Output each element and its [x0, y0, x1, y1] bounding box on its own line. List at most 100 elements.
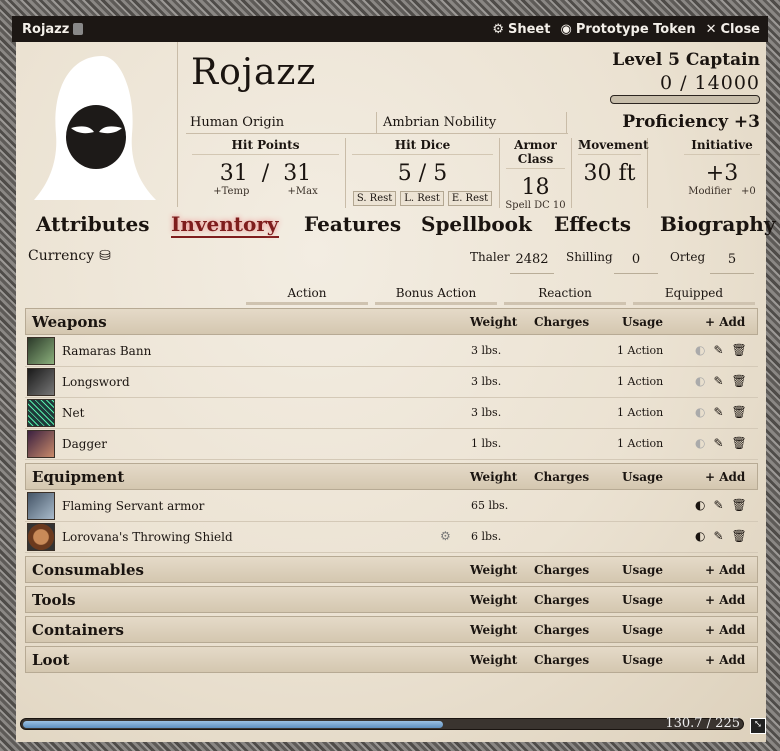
short-rest-button[interactable]: S. Rest	[352, 191, 397, 206]
filter-equipped[interactable]: Equipped	[633, 286, 755, 305]
hp-values: 31 / 31	[219, 161, 312, 186]
long-rest-button[interactable]: L. Rest	[400, 191, 444, 206]
tab-features[interactable]: Features	[304, 212, 401, 236]
edit-icon[interactable]: ✎	[713, 498, 723, 512]
origin-text: Human Origin	[190, 115, 285, 130]
item-name[interactable]: Net	[62, 406, 84, 420]
item-weight: 3 lbs.	[471, 344, 502, 357]
tab-biography[interactable]: Biography	[660, 212, 775, 236]
delete-icon[interactable]: 🗑	[732, 436, 747, 450]
col-usage: Usage	[622, 593, 664, 607]
delete-icon[interactable]: 🗑	[732, 498, 747, 512]
background[interactable]: Ambrian Nobility	[376, 112, 566, 134]
section-weapons: Weapons Weight Charges Usage + Add	[25, 308, 758, 335]
filter-reaction[interactable]: Reaction	[504, 286, 626, 305]
item-row[interactable]: Longsword 3 lbs. 1 Action ◐ ✎ 🗑	[25, 367, 758, 398]
close-button[interactable]: ✕ Close	[706, 22, 760, 37]
hp-max-mod[interactable]: +Max	[288, 186, 318, 197]
close-icon: ✕	[705, 21, 717, 37]
item-name[interactable]: Longsword	[62, 375, 130, 389]
window-title: Rojazz	[22, 21, 84, 37]
shilling-input[interactable]: 0	[614, 252, 658, 274]
delete-icon[interactable]: 🗑	[732, 529, 747, 543]
edit-icon[interactable]: ✎	[713, 405, 723, 419]
item-weight: 3 lbs.	[471, 375, 502, 388]
tab-spellbook[interactable]: Spellbook	[421, 212, 532, 236]
item-usage[interactable]: 1 Action	[617, 344, 663, 357]
sheet-label: Sheet	[508, 21, 551, 37]
initiative-label: Initiative	[684, 138, 760, 155]
title-bar: Rojazz ⚙ Sheet ◉ Prototype Token ✕ Close	[12, 16, 768, 42]
add-container-button[interactable]: + Add	[705, 623, 745, 637]
character-name[interactable]: Rojazz	[191, 52, 316, 93]
edit-icon[interactable]: ✎	[713, 343, 723, 357]
item-row[interactable]: Net 3 lbs. 1 Action ◐ ✎ 🗑	[25, 398, 758, 429]
thaler-input[interactable]: 2482	[510, 252, 554, 274]
col-usage: Usage	[622, 623, 664, 637]
add-consumable-button[interactable]: + Add	[705, 563, 745, 577]
hd-value: 5 / 5	[397, 161, 448, 186]
filter-action[interactable]: Action	[246, 286, 368, 305]
item-usage[interactable]: 1 Action	[617, 406, 663, 419]
delete-icon[interactable]: 🗑	[732, 405, 747, 419]
initiative-mod[interactable]: +0	[741, 186, 756, 197]
item-weight: 65 lbs.	[471, 499, 509, 512]
tab-inventory[interactable]: Inventory	[171, 212, 279, 238]
delete-icon[interactable]: 🗑	[732, 374, 747, 388]
ac-value: 18	[521, 175, 550, 200]
edit-icon[interactable]: ✎	[713, 436, 723, 450]
item-weight: 1 lbs.	[471, 437, 502, 450]
section-consumables: Consumables Weight Charges Usage + Add	[25, 556, 758, 583]
equip-icon[interactable]: ◐	[695, 343, 705, 357]
gear-icon[interactable]: ⚙	[440, 529, 451, 543]
shilling-label: Shilling	[566, 250, 613, 264]
item-name[interactable]: Ramaras Bann	[62, 344, 151, 358]
sheet-button[interactable]: ⚙ Sheet	[492, 22, 550, 37]
tab-effects[interactable]: Effects	[554, 212, 631, 236]
item-name[interactable]: Flaming Servant armor	[62, 499, 204, 513]
item-icon	[27, 337, 55, 365]
window-title-text: Rojazz	[22, 21, 70, 37]
edit-icon[interactable]: ✎	[713, 529, 723, 543]
equip-icon[interactable]: ◐	[695, 436, 705, 450]
equip-icon[interactable]: ◐	[695, 498, 705, 512]
section-loot: Loot Weight Charges Usage + Add	[25, 646, 758, 673]
item-row[interactable]: Flaming Servant armor 65 lbs. ◐ ✎ 🗑	[25, 491, 758, 522]
equip-icon[interactable]: ◐	[695, 405, 705, 419]
item-name[interactable]: Lorovana's Throwing Shield	[62, 530, 233, 544]
avatar[interactable]	[16, 42, 178, 207]
id-tag-icon[interactable]	[73, 23, 84, 35]
xp-value[interactable]: 0 / 14000	[660, 72, 760, 94]
equip-icon[interactable]: ◐	[695, 374, 705, 388]
filter-bonus-action[interactable]: Bonus Action	[375, 286, 497, 305]
close-label: Close	[720, 21, 760, 37]
coins-icon[interactable]: ⛁	[99, 248, 111, 264]
extended-rest-button[interactable]: E. Rest	[447, 191, 493, 206]
item-usage[interactable]: 1 Action	[617, 437, 663, 450]
item-name[interactable]: Dagger	[62, 437, 107, 451]
equip-icon[interactable]: ◐	[695, 529, 705, 543]
section-title: Containers	[32, 620, 124, 639]
add-loot-button[interactable]: + Add	[705, 653, 745, 667]
edit-icon[interactable]: ✎	[713, 374, 723, 388]
resize-handle-icon[interactable]: ⤡	[750, 718, 766, 734]
add-equipment-button[interactable]: + Add	[705, 470, 745, 484]
delete-icon[interactable]: 🗑	[732, 343, 747, 357]
initiative: Initiative +3 Modifier +0	[678, 138, 766, 208]
section-title: Equipment	[32, 467, 125, 486]
item-usage[interactable]: 1 Action	[617, 375, 663, 388]
add-weapon-button[interactable]: + Add	[705, 315, 745, 329]
tab-attributes[interactable]: Attributes	[36, 212, 150, 236]
orteg-input[interactable]: 5	[710, 252, 754, 274]
col-weight: Weight	[470, 623, 518, 637]
prototype-token-button[interactable]: ◉ Prototype Token	[560, 22, 695, 37]
item-row[interactable]: Dagger 1 lbs. 1 Action ◐ ✎ 🗑	[25, 429, 758, 460]
hp-current[interactable]: 31	[220, 161, 248, 186]
sheet-body: Rojazz Level 5 Captain 0 / 14000 Human O…	[16, 42, 775, 742]
item-row[interactable]: Lorovana's Throwing Shield ⚙ 6 lbs. ◐ ✎ 🗑	[25, 522, 758, 553]
add-tool-button[interactable]: + Add	[705, 593, 745, 607]
item-weight: 3 lbs.	[471, 406, 502, 419]
item-row[interactable]: Ramaras Bann 3 lbs. 1 Action ◐ ✎ 🗑	[25, 336, 758, 367]
hp-temp[interactable]: +Temp	[213, 186, 249, 197]
origin[interactable]: Human Origin	[186, 112, 376, 134]
